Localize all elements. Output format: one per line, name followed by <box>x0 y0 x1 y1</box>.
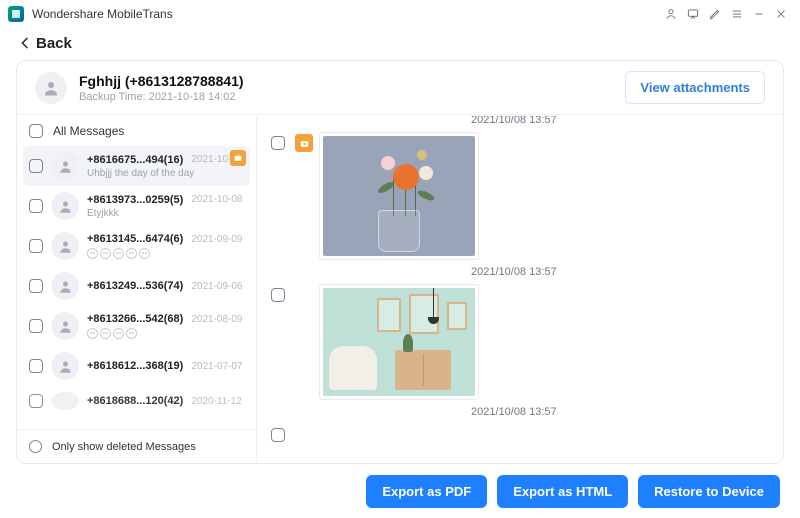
feedback-icon[interactable] <box>682 3 704 25</box>
conversation-number: +8613249...536(74) <box>87 280 183 292</box>
checkbox-icon[interactable] <box>29 319 43 333</box>
checkbox-icon[interactable] <box>29 159 43 173</box>
back-row[interactable]: Back <box>0 28 800 58</box>
message-row <box>271 284 769 400</box>
message-timestamp: 2021/10/08 13:57 <box>471 266 769 278</box>
edit-icon[interactable] <box>704 3 726 25</box>
app-title: Wondershare MobileTrans <box>32 7 173 21</box>
avatar-icon <box>51 312 79 340</box>
conversation-number: +8613973...0259(5) <box>87 194 183 206</box>
contact-name: Fghhjj (+8613128788841) <box>79 73 244 89</box>
flowers-image <box>323 136 475 256</box>
conversation-item[interactable]: +8618688...120(42) 2020-11-12 <box>17 386 256 416</box>
message-pane: 2021/10/08 13:57 2021/10/08 13:57 <box>257 116 783 463</box>
avatar-icon <box>51 152 79 180</box>
chevron-left-icon <box>16 34 34 52</box>
conversation-number: +8613266...542(68) <box>87 313 183 325</box>
restore-device-button[interactable]: Restore to Device <box>638 475 780 508</box>
image-attachment[interactable] <box>319 132 479 260</box>
avatar-icon <box>51 352 79 380</box>
checkbox-icon[interactable] <box>29 199 43 213</box>
conversation-item[interactable]: +8616675...494(16)2021-10-18 Uhbjjj the … <box>23 146 250 186</box>
avatar-icon <box>51 272 79 300</box>
conversation-item[interactable]: +8613973...0259(5) 2021-10-08 Etyjkkk <box>17 186 256 226</box>
conversation-date: 2021-08-09 <box>191 314 242 325</box>
conversation-item[interactable]: +8613266...542(68) 2021-08-09 <box>17 306 256 346</box>
checkbox-icon[interactable] <box>29 239 43 253</box>
radio-icon[interactable] <box>29 440 42 453</box>
conversation-item[interactable]: +8613249...536(74) 2021-09-06 <box>17 266 256 306</box>
conversation-preview: Etyjkkk <box>87 208 248 219</box>
checkbox-icon[interactable] <box>271 288 285 302</box>
conversation-date: 2020-11-12 <box>191 396 241 407</box>
menu-icon[interactable] <box>726 3 748 25</box>
account-icon[interactable] <box>660 3 682 25</box>
footer-actions: Export as PDF Export as HTML Restore to … <box>0 464 800 518</box>
checkbox-icon[interactable] <box>29 279 43 293</box>
message-timestamp: 2021/10/08 13:57 <box>471 116 769 126</box>
conversation-header: Fghhjj (+8613128788841) Backup Time: 202… <box>17 61 783 115</box>
conversation-number: +8616675...494(16) <box>87 154 183 166</box>
message-row <box>271 424 769 442</box>
minimize-icon[interactable] <box>748 3 770 25</box>
avatar-icon <box>35 72 67 104</box>
image-attachment[interactable] <box>319 284 479 400</box>
export-pdf-button[interactable]: Export as PDF <box>366 475 487 508</box>
close-icon[interactable] <box>770 3 792 25</box>
emoji-preview <box>87 248 248 259</box>
conversation-item[interactable]: +8613145...6474(6) 2021-09-09 <box>17 226 256 266</box>
attachment-badge-icon <box>295 134 313 152</box>
all-messages-toggle[interactable]: All Messages <box>17 116 256 146</box>
conversation-date: 2021-09-06 <box>191 281 242 292</box>
export-html-button[interactable]: Export as HTML <box>497 475 628 508</box>
app-logo <box>8 6 24 22</box>
avatar-icon <box>51 192 79 220</box>
back-label: Back <box>36 35 72 52</box>
checkbox-icon[interactable] <box>29 124 43 138</box>
conversation-list: +8616675...494(16)2021-10-18 Uhbjjj the … <box>17 146 256 429</box>
all-messages-label: All Messages <box>53 124 124 138</box>
conversation-date: 2021-09-09 <box>191 234 242 245</box>
checkbox-icon[interactable] <box>29 394 43 408</box>
conversation-number: +8613145...6474(6) <box>87 233 183 245</box>
conversation-date: 2021-07-07 <box>191 361 242 372</box>
only-deleted-label: Only show deleted Messages <box>52 441 196 453</box>
room-image <box>323 288 475 396</box>
conversation-number: +8618688...120(42) <box>87 395 183 407</box>
conversation-date: 2021-10-08 <box>191 194 242 205</box>
attachment-badge-icon <box>230 150 246 166</box>
checkbox-icon[interactable] <box>29 359 43 373</box>
avatar-icon <box>51 392 79 410</box>
message-row <box>271 132 769 260</box>
emoji-preview <box>87 328 248 339</box>
only-deleted-toggle[interactable]: Only show deleted Messages <box>17 429 256 463</box>
message-timestamp: 2021/10/08 13:57 <box>471 406 769 418</box>
conversation-sidebar: All Messages +8616675...494(16)2021-10-1… <box>17 116 257 463</box>
avatar-icon <box>51 232 79 260</box>
conversation-number: +8618612...368(19) <box>87 360 183 372</box>
view-attachments-button[interactable]: View attachments <box>625 71 765 104</box>
conversation-item[interactable]: +8618612...368(19) 2021-07-07 <box>17 346 256 386</box>
conversation-preview: Uhbjjj the day of the day <box>87 168 242 179</box>
backup-time: Backup Time: 2021-10-18 14:02 <box>79 91 244 103</box>
titlebar: Wondershare MobileTrans <box>0 0 800 28</box>
checkbox-icon[interactable] <box>271 428 285 442</box>
content-card: Fghhjj (+8613128788841) Backup Time: 202… <box>16 60 784 464</box>
checkbox-icon[interactable] <box>271 136 285 150</box>
